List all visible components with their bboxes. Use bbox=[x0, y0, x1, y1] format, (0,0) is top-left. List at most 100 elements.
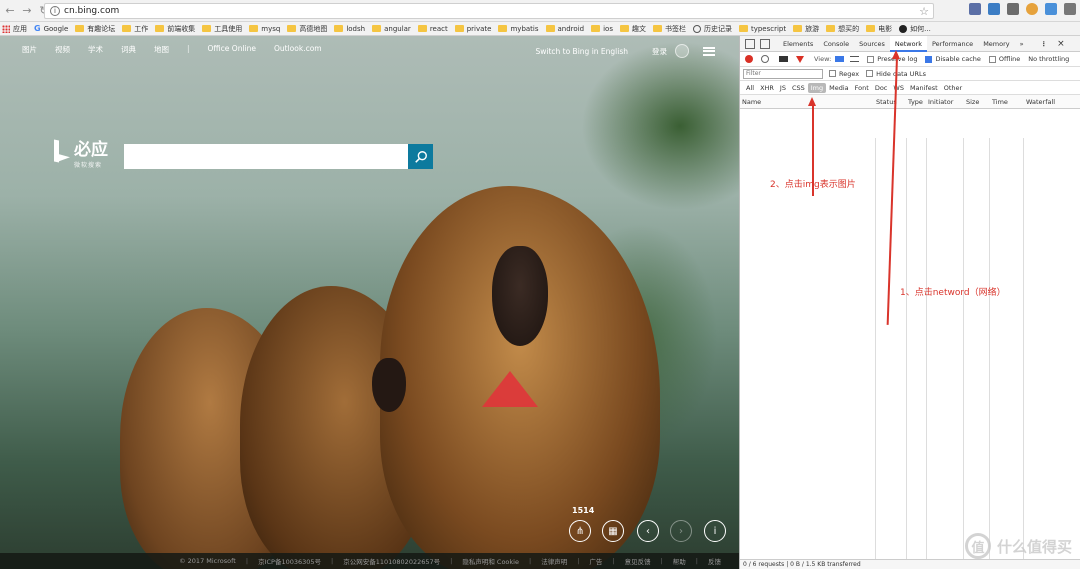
bookmark-item[interactable]: GGoogle bbox=[34, 24, 68, 33]
bookmark-item[interactable]: react bbox=[418, 25, 448, 33]
disable-cache-checkbox[interactable]: Disable cache bbox=[925, 55, 980, 63]
close-icon[interactable]: × bbox=[1057, 39, 1065, 49]
bookmark-item[interactable]: lodsh bbox=[334, 25, 365, 33]
chrome-menu-icon[interactable] bbox=[1064, 3, 1076, 15]
type-filter-css[interactable]: CSS bbox=[789, 83, 808, 93]
search-input[interactable] bbox=[124, 144, 408, 169]
bookmark-item[interactable]: mysq bbox=[249, 25, 280, 33]
bookmark-item[interactable]: ios bbox=[591, 25, 613, 33]
bookmark-item[interactable]: angular bbox=[372, 25, 411, 33]
type-filter-media[interactable]: Media bbox=[826, 83, 852, 93]
list-view-icon[interactable] bbox=[835, 56, 844, 62]
devtools-tab-sources[interactable]: Sources bbox=[854, 36, 890, 52]
footer-link[interactable]: 京ICP备10036305号 bbox=[258, 556, 321, 566]
qrcode-icon[interactable]: ▦ bbox=[602, 520, 624, 542]
footer-link[interactable]: 隐私声明和 Cookie bbox=[462, 556, 519, 566]
bookmark-item[interactable]: 高德地图 bbox=[287, 24, 327, 34]
bookmark-item[interactable]: 电影 bbox=[866, 24, 892, 34]
bookmark-item[interactable]: 趣文 bbox=[620, 24, 646, 34]
bookmark-star-icon[interactable]: ☆ bbox=[919, 5, 929, 18]
bing-nav-link[interactable]: 学术 bbox=[88, 44, 103, 55]
bookmark-item[interactable]: 前端收集 bbox=[155, 24, 195, 34]
type-filter-xhr[interactable]: XHR bbox=[757, 83, 777, 93]
footer-link[interactable]: 京公网安备11010802022657号 bbox=[343, 556, 440, 566]
filter-input[interactable] bbox=[743, 69, 823, 79]
url-text[interactable]: cn.bing.com bbox=[64, 6, 119, 16]
footer-link[interactable]: 法律声明 bbox=[541, 556, 567, 566]
extension-icon[interactable] bbox=[1007, 3, 1019, 15]
type-filter-all[interactable]: All bbox=[743, 83, 757, 93]
bookmark-item[interactable]: 工具使用 bbox=[202, 24, 242, 34]
bing-nav-link[interactable]: Outlook.com bbox=[274, 44, 322, 55]
info-icon[interactable]: i bbox=[704, 520, 726, 542]
address-bar[interactable]: i cn.bing.com ☆ bbox=[44, 3, 934, 19]
bing-nav-link[interactable]: 地图 bbox=[154, 44, 169, 55]
type-filter-js[interactable]: JS bbox=[777, 83, 789, 93]
filter-icon[interactable] bbox=[796, 56, 804, 63]
bookmark-item[interactable]: 书签栏 bbox=[653, 24, 686, 34]
share-icon[interactable]: ⋔ bbox=[569, 520, 591, 542]
bing-nav-link[interactable]: 视频 bbox=[55, 44, 70, 55]
bookmark-item[interactable]: 如何... bbox=[899, 24, 931, 34]
menu-icon[interactable] bbox=[703, 47, 715, 56]
footer-link[interactable]: 意见反馈 bbox=[625, 556, 651, 566]
column-header-time[interactable]: Time bbox=[992, 98, 1008, 106]
devtools-tab-console[interactable]: Console bbox=[818, 36, 854, 52]
forward-icon[interactable]: → bbox=[20, 4, 34, 18]
clear-icon[interactable] bbox=[761, 55, 769, 63]
devtools-tab-performance[interactable]: Performance bbox=[927, 36, 978, 52]
extension-icon[interactable] bbox=[1045, 3, 1057, 15]
extension-icon[interactable] bbox=[988, 3, 1000, 15]
extension-icon[interactable] bbox=[1026, 3, 1038, 15]
back-icon[interactable]: ← bbox=[3, 4, 17, 18]
bookmark-item[interactable]: 工作 bbox=[122, 24, 148, 34]
bookmark-item[interactable]: typescript bbox=[739, 25, 786, 33]
previous-image-icon[interactable]: ‹ bbox=[637, 520, 659, 542]
info-icon[interactable]: i bbox=[50, 6, 60, 16]
footer-link[interactable]: 帮助 bbox=[673, 556, 686, 566]
bing-nav-link[interactable]: 图片 bbox=[22, 44, 37, 55]
switch-language-link[interactable]: Switch to Bing in English bbox=[535, 47, 628, 56]
type-filter-other[interactable]: Other bbox=[941, 83, 965, 93]
bookmark-item[interactable]: 想买的 bbox=[826, 24, 859, 34]
regex-checkbox[interactable]: Regex bbox=[829, 70, 859, 78]
devtools-tab-memory[interactable]: Memory bbox=[978, 36, 1014, 52]
footer-link[interactable]: © 2017 Microsoft bbox=[179, 557, 236, 565]
screenshot-icon[interactable] bbox=[779, 56, 788, 62]
login-link[interactable]: 登录 bbox=[652, 46, 667, 57]
column-header-type[interactable]: Type bbox=[908, 98, 923, 106]
bookmark-item[interactable]: 有趣论坛 bbox=[75, 24, 115, 34]
type-filter-manifest[interactable]: Manifest bbox=[907, 83, 941, 93]
column-header-size[interactable]: Size bbox=[966, 98, 979, 106]
devtools-tab-elements[interactable]: Elements bbox=[778, 36, 818, 52]
record-icon[interactable] bbox=[745, 55, 753, 63]
offline-checkbox[interactable]: Offline bbox=[989, 55, 1020, 63]
type-filter-img[interactable]: Img bbox=[808, 83, 826, 93]
bookmark-item[interactable]: android bbox=[546, 25, 585, 33]
bookmark-item[interactable]: mybatis bbox=[498, 25, 538, 33]
throttling-select[interactable]: No throttling bbox=[1028, 55, 1069, 63]
bookmark-item[interactable]: 旅游 bbox=[793, 24, 819, 34]
column-header-waterfall[interactable]: Waterfall bbox=[1026, 98, 1055, 106]
more-tabs-icon[interactable]: » bbox=[1015, 36, 1029, 52]
column-header-name[interactable]: Name bbox=[742, 98, 761, 106]
type-filter-doc[interactable]: Doc bbox=[872, 83, 891, 93]
next-image-icon[interactable]: › bbox=[670, 520, 692, 542]
bookmark-item[interactable]: 应用 bbox=[2, 24, 27, 34]
type-filter-ws[interactable]: WS bbox=[890, 83, 907, 93]
avatar[interactable] bbox=[675, 44, 689, 58]
footer-link[interactable]: 广告 bbox=[589, 556, 602, 566]
footer-link[interactable]: 反馈 bbox=[708, 556, 721, 566]
bing-nav-link[interactable]: 词典 bbox=[121, 44, 136, 55]
type-filter-font[interactable]: Font bbox=[852, 83, 872, 93]
inspect-icon[interactable] bbox=[745, 39, 755, 49]
column-header-initiator[interactable]: Initiator bbox=[928, 98, 953, 106]
devtools-menu-icon[interactable]: ⋮ bbox=[1041, 40, 1048, 48]
device-toggle-icon[interactable] bbox=[760, 39, 770, 49]
bookmark-item[interactable]: 历史记录 bbox=[693, 24, 732, 34]
overview-icon[interactable] bbox=[850, 56, 859, 62]
extension-icon[interactable] bbox=[969, 3, 981, 15]
bookmark-item[interactable]: private bbox=[455, 25, 492, 33]
search-button[interactable] bbox=[408, 144, 433, 169]
bing-nav-link[interactable]: Office Online bbox=[208, 44, 256, 55]
